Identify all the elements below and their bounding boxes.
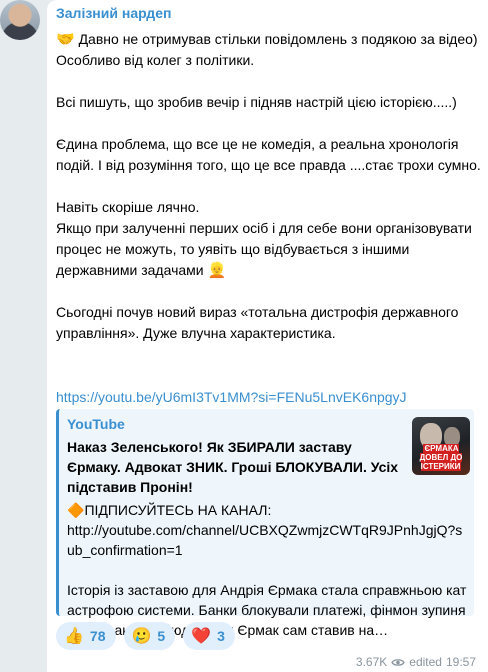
reaction-tearful-smile[interactable]: 🥲 5 bbox=[123, 622, 176, 650]
reactions-bar: 👍 78 🥲 5 ❤️ 3 bbox=[56, 622, 235, 650]
edited-label: edited bbox=[409, 655, 442, 669]
preview-thumbnail[interactable]: ЄРМАКА ДОВЕЛ ДО ІСТЕРИКИ bbox=[412, 417, 470, 475]
channel-avatar[interactable] bbox=[0, 0, 40, 40]
tearful-smile-icon: 🥲 bbox=[131, 628, 152, 645]
paragraph-1: 🤝 Давно не отримував стільки повідомлень… bbox=[56, 31, 478, 68]
reaction-count: 5 bbox=[157, 628, 166, 644]
thumbs-up-icon: 👍 bbox=[64, 628, 84, 645]
youtube-link[interactable]: https://youtu.be/yU6mI3Tv1MM?si=FENu5Lnv… bbox=[56, 387, 407, 408]
preview-description: 🔶ПІДПИСУЙТЕСЬ НА КАНАЛ: http://youtube.c… bbox=[67, 500, 467, 640]
preview-site-name: YouTube bbox=[67, 416, 125, 432]
reaction-count: 78 bbox=[89, 628, 106, 644]
reaction-heart[interactable]: ❤️ 3 bbox=[183, 622, 235, 650]
reaction-thumbs-up[interactable]: 👍 78 bbox=[56, 622, 116, 650]
preview-subscribe: 🔶ПІДПИСУЙТЕСЬ НА КАНАЛ: http://youtube.c… bbox=[67, 502, 463, 558]
preview-title: Наказ Зеленського! Як ЗБИРАЛИ заставу Єр… bbox=[67, 439, 399, 495]
eye-icon bbox=[391, 658, 406, 666]
message-time: 19:57 bbox=[445, 655, 476, 669]
message-meta: 3.67K edited 19:57 bbox=[356, 655, 476, 669]
channel-name[interactable]: Залізний нардеп bbox=[56, 5, 171, 21]
link-preview[interactable]: YouTube Наказ Зеленського! Як ЗБИРАЛИ за… bbox=[56, 409, 474, 638]
message-bubble: Залізний нардеп 🤝 Давно не отримував сті… bbox=[47, 0, 488, 672]
thumbnail-caption: ЄРМАКА ДОВЕЛ ДО ІСТЕРИКИ bbox=[419, 444, 463, 471]
paragraph-4: Навіть скоріше лячно. Якщо при залученні… bbox=[56, 199, 472, 279]
paragraph-3: Єдина проблема, що все це не комедія, а … bbox=[56, 136, 481, 173]
handshake-emoji: 🤝 bbox=[56, 31, 75, 48]
person-emoji: 👱 bbox=[207, 262, 227, 279]
paragraph-2: Всі пишуть, що зробив вечір і підняв нас… bbox=[56, 94, 457, 110]
heart-icon: ❤️ bbox=[191, 628, 212, 645]
view-count: 3.67K bbox=[355, 655, 388, 669]
reaction-count: 3 bbox=[217, 628, 225, 644]
orange-diamond-icon: 🔶 bbox=[67, 502, 85, 518]
paragraph-5: Сьогодні почув новий вираз «тотальна дис… bbox=[56, 304, 459, 341]
message-text: 🤝 Давно не отримував стільки повідомлень… bbox=[56, 29, 481, 344]
